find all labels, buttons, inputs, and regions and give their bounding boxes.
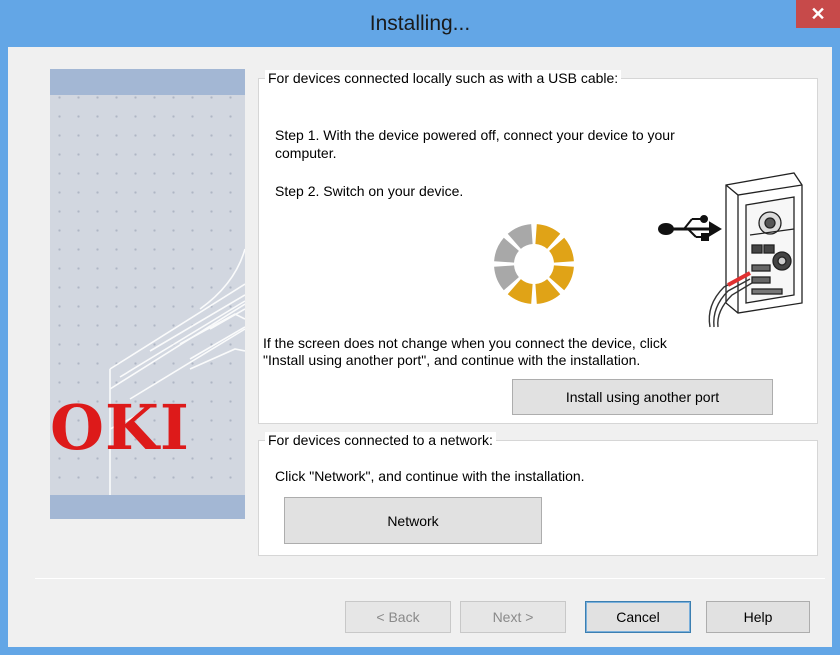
loading-spinner-icon xyxy=(494,224,574,304)
network-button[interactable]: Network xyxy=(284,497,542,544)
step2-text: Step 2. Switch on your device. xyxy=(275,183,464,199)
close-button[interactable]: ✕ xyxy=(796,0,840,28)
title-bar[interactable]: Installing... ✕ xyxy=(0,0,840,47)
usb-computer-icon xyxy=(658,172,803,328)
help-button[interactable]: Help xyxy=(706,601,810,633)
usb-group-legend: For devices connected locally such as wi… xyxy=(265,70,622,86)
footer-separator xyxy=(35,578,825,579)
network-instruction-text: Click "Network", and continue with the i… xyxy=(275,468,585,484)
oki-logo: OKI xyxy=(50,391,190,464)
banner-bottom-stripe xyxy=(50,495,245,519)
usb-note-line1: If the screen does not change when you c… xyxy=(263,335,667,351)
cancel-button[interactable]: Cancel xyxy=(585,601,691,633)
step1-text-line2: computer. xyxy=(275,145,337,161)
usb-note-line2: "Install using another port", and contin… xyxy=(263,352,641,368)
installer-window: Installing... ✕ OKI For devices connecte… xyxy=(0,0,840,655)
step1-text-line1: Step 1. With the device powered off, con… xyxy=(275,127,675,143)
window-title: Installing... xyxy=(369,12,471,35)
oki-banner: OKI xyxy=(50,69,245,519)
network-connection-group: For devices connected to a network: Clic… xyxy=(258,432,818,556)
network-group-legend: For devices connected to a network: xyxy=(265,432,496,448)
close-icon: ✕ xyxy=(810,3,826,24)
install-another-port-button[interactable]: Install using another port xyxy=(512,379,773,415)
dialog-body: OKI For devices connected locally such a… xyxy=(8,47,832,647)
usb-connection-group: For devices connected locally such as wi… xyxy=(258,70,818,424)
next-button[interactable]: Next > xyxy=(460,601,566,633)
back-button[interactable]: < Back xyxy=(345,601,451,633)
